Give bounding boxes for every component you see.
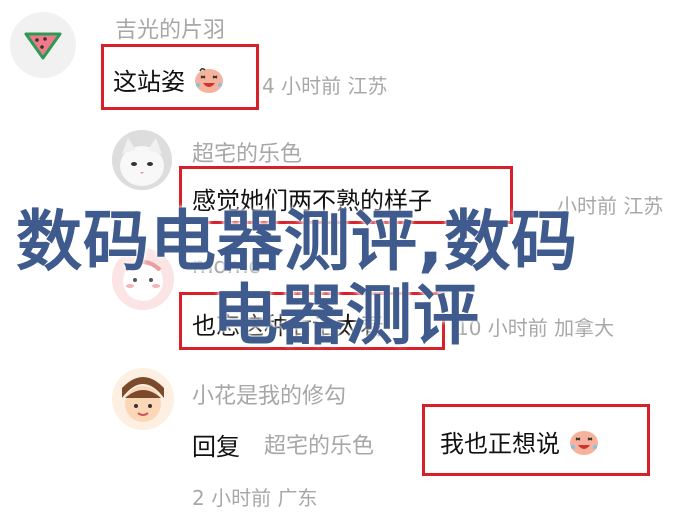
- comment-text: 我也正想说: [440, 424, 600, 463]
- comment-username[interactable]: 小花是我的修勾: [192, 378, 346, 410]
- comment-username[interactable]: 超宅的乐色: [192, 136, 302, 168]
- watermelon-icon: [24, 32, 62, 60]
- comment-text: 这站姿: [113, 62, 225, 101]
- overlay-title-line-2: 电器测评: [212, 277, 480, 354]
- reply-target-username[interactable]: 超宅的乐色: [264, 428, 374, 460]
- avatar[interactable]: [112, 368, 174, 430]
- avatar[interactable]: [10, 12, 76, 78]
- cartoon-face-icon: [112, 368, 174, 430]
- comment-meta: 2 小时前 广东: [192, 486, 318, 510]
- comment-username[interactable]: 吉光的片羽: [115, 12, 225, 44]
- laughing-face-emoji-icon: [193, 65, 225, 101]
- reply-label: 回复: [192, 433, 240, 461]
- laughing-face-emoji-icon: [568, 427, 600, 463]
- avatar[interactable]: [112, 130, 172, 190]
- comment-meta: 4 小时前 江苏: [262, 74, 388, 98]
- cat-photo-icon: [112, 130, 172, 190]
